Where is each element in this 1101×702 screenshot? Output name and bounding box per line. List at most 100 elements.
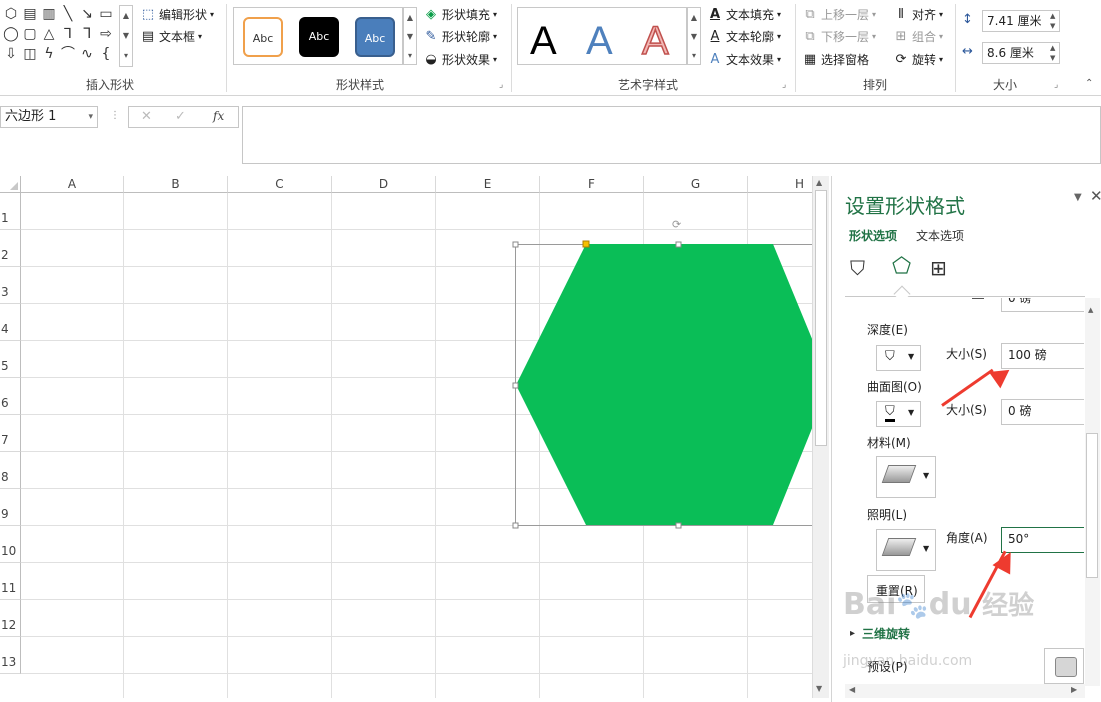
dialog-launcher-icon[interactable]: ⌟ (1054, 80, 1058, 90)
pane-horizontal-scrollbar[interactable]: ◀ ▶ (845, 684, 1085, 698)
row-header[interactable]: 5 (0, 341, 21, 378)
selection-pane-button[interactable]: ▦ 选择窗格 (802, 50, 869, 70)
elbow-connector-icon[interactable]: ⅂ (59, 25, 77, 43)
spinner-icon[interactable]: ▲ ▼ (1050, 43, 1055, 63)
shape-style-gallery-scroll[interactable]: ▲ ▼ ▾ (403, 7, 417, 65)
contour-size-input[interactable]: 0 磅 (1001, 399, 1084, 425)
column-header[interactable]: C (228, 176, 332, 193)
text-fill-button[interactable]: A 文本填充 ▾ (707, 5, 781, 25)
column-header[interactable]: E (436, 176, 540, 193)
resize-handle[interactable] (512, 522, 519, 529)
curved-connector-icon[interactable]: ᒣ (78, 25, 96, 43)
arrow-line-icon[interactable]: ↘ (78, 5, 96, 23)
insert-function-icon[interactable]: fx (213, 109, 224, 123)
triangle-shape-icon[interactable]: △ (40, 25, 58, 43)
row-header[interactable]: 12 (0, 600, 21, 637)
column-header[interactable]: D (332, 176, 436, 193)
scroll-down-icon[interactable]: ▼ (816, 684, 822, 693)
scroll-thumb[interactable] (815, 190, 827, 446)
right-arrow-shape-icon[interactable]: ⇨ (97, 25, 115, 43)
spinner-icon[interactable]: ▲ ▼ (1050, 11, 1055, 31)
rounded-rect-icon[interactable]: ▢ (21, 25, 39, 43)
column-header[interactable]: B (124, 176, 228, 193)
column-header[interactable]: F (540, 176, 644, 193)
hexagon-fill[interactable] (516, 244, 812, 525)
scroll-right-icon[interactable]: ▶ (1071, 685, 1077, 694)
resize-handle[interactable] (675, 522, 682, 529)
depth-size-input[interactable]: 100 磅 (1001, 343, 1084, 369)
send-backward-button[interactable]: ⧉ 下移一层 ▾ (802, 27, 876, 47)
cancel-icon[interactable]: ✕ (141, 109, 152, 124)
style-preset-orange[interactable]: Abc (243, 17, 283, 57)
top-cut-value[interactable]: 0 磅 (1001, 298, 1084, 312)
arc-shape-icon[interactable]: ⌒ (59, 45, 77, 63)
pane-scroll-thumb[interactable] (1086, 433, 1098, 578)
shape-outline-button[interactable]: ✎ 形状轮廓 ▾ (423, 27, 497, 47)
contour-color-button[interactable]: ⛉ ▼ (876, 401, 921, 427)
align-button[interactable]: ⫴ 对齐 ▾ (893, 5, 943, 25)
preset-preview-button[interactable] (1044, 648, 1084, 684)
tab-text-options[interactable]: 文本选项 (916, 227, 964, 244)
resize-handle[interactable] (675, 241, 682, 248)
wordart-gallery[interactable]: A A A (517, 7, 687, 65)
edit-shape-button[interactable]: ⬚ 编辑形状 ▾ (140, 5, 214, 25)
row-header[interactable]: 7 (0, 415, 21, 452)
wordart-red-outline[interactable]: A (641, 16, 669, 66)
section-expand-icon[interactable]: ▸ (850, 628, 855, 639)
row-header[interactable]: 3 (0, 267, 21, 304)
column-header[interactable]: G (644, 176, 748, 193)
angle-input[interactable]: 50° (1001, 527, 1084, 553)
fill-line-icon[interactable]: ⛉ (850, 256, 865, 280)
shape-gallery-scroll[interactable]: ▲ ▼ ▾ (119, 5, 133, 67)
effects-pentagon-icon[interactable]: ⬠ (892, 254, 911, 279)
formula-input[interactable] (242, 106, 1101, 164)
tab-shape-options[interactable]: 形状选项 (849, 227, 897, 244)
resize-handle[interactable] (512, 382, 519, 389)
vertical-scrollbar[interactable]: ▲ ▼ (812, 176, 829, 698)
chevron-down-icon[interactable]: ▾ (88, 107, 93, 127)
oval-shape-icon[interactable]: ◯ (2, 25, 20, 43)
hexagon-shape-icon[interactable]: ⬡ (2, 5, 20, 23)
bring-forward-button[interactable]: ⧉ 上移一层 ▾ (802, 5, 876, 25)
close-pane-icon[interactable]: ✕ (1090, 187, 1101, 205)
wordart-gallery-scroll[interactable]: ▲ ▼ ▾ (687, 7, 701, 65)
resize-handle[interactable] (512, 241, 519, 248)
row-header[interactable]: 4 (0, 304, 21, 341)
row-header[interactable]: 6 (0, 378, 21, 415)
shape-fill-button[interactable]: ◈ 形状填充 ▾ (423, 5, 497, 25)
wordart-blue[interactable]: A (586, 16, 613, 66)
material-dropdown[interactable]: ▼ (876, 456, 936, 498)
column-header[interactable]: A (21, 176, 124, 193)
worksheet-grid[interactable]: ABCDEFGH 1 2 3 4 5 6 7 8 9 10 11 12 13 ⟳ (0, 176, 812, 698)
text-effects-button[interactable]: A 文本效果 ▾ (707, 50, 781, 70)
row-header[interactable]: 11 (0, 563, 21, 600)
pane-vertical-scrollbar[interactable]: ▲ (1085, 298, 1100, 686)
row-header[interactable]: 8 (0, 452, 21, 489)
wordart-black[interactable]: A (530, 16, 557, 66)
shape-style-gallery[interactable]: Abc Abc Abc (233, 7, 403, 65)
rotate-button[interactable]: ⟳ 旋转 ▾ (893, 50, 943, 70)
scroll-left-icon[interactable]: ◀ (849, 685, 855, 694)
line-shape-icon[interactable]: ╲ (59, 5, 77, 23)
row-header[interactable]: 9 (0, 489, 21, 526)
text-box-button[interactable]: ▤ 文本框 ▾ (140, 27, 202, 47)
adjust-handle[interactable] (582, 240, 590, 248)
shape-height-input[interactable]: 7.41 厘米 (982, 10, 1060, 32)
rotation-icon[interactable]: ⟳ (672, 218, 681, 231)
group-button[interactable]: ⊞ 组合 ▾ (893, 27, 943, 47)
snip-rect-icon[interactable]: ◫ (21, 45, 39, 63)
rectangle-shape-icon[interactable]: ▭ (97, 5, 115, 23)
shape-effects-button[interactable]: ◒ 形状效果 ▾ (423, 50, 497, 70)
collapse-ribbon-icon[interactable]: ⌃ (1085, 78, 1093, 89)
dialog-launcher-icon[interactable]: ⌟ (499, 80, 503, 90)
style-preset-black[interactable]: Abc (299, 17, 339, 57)
scroll-up-icon[interactable]: ▲ (816, 178, 822, 187)
hexagon-shape[interactable] (510, 236, 812, 531)
textbox-shape-icon[interactable]: ▤ (21, 5, 39, 23)
pane-options-icon[interactable]: ▼ (1074, 192, 1082, 203)
row-header[interactable]: 1 (0, 193, 21, 230)
curve-shape-icon[interactable]: ∿ (78, 45, 96, 63)
lightning-icon[interactable]: ϟ (40, 45, 58, 63)
select-all-corner[interactable] (0, 176, 21, 193)
rotation-section-header[interactable]: 三维旋转 (862, 625, 910, 642)
